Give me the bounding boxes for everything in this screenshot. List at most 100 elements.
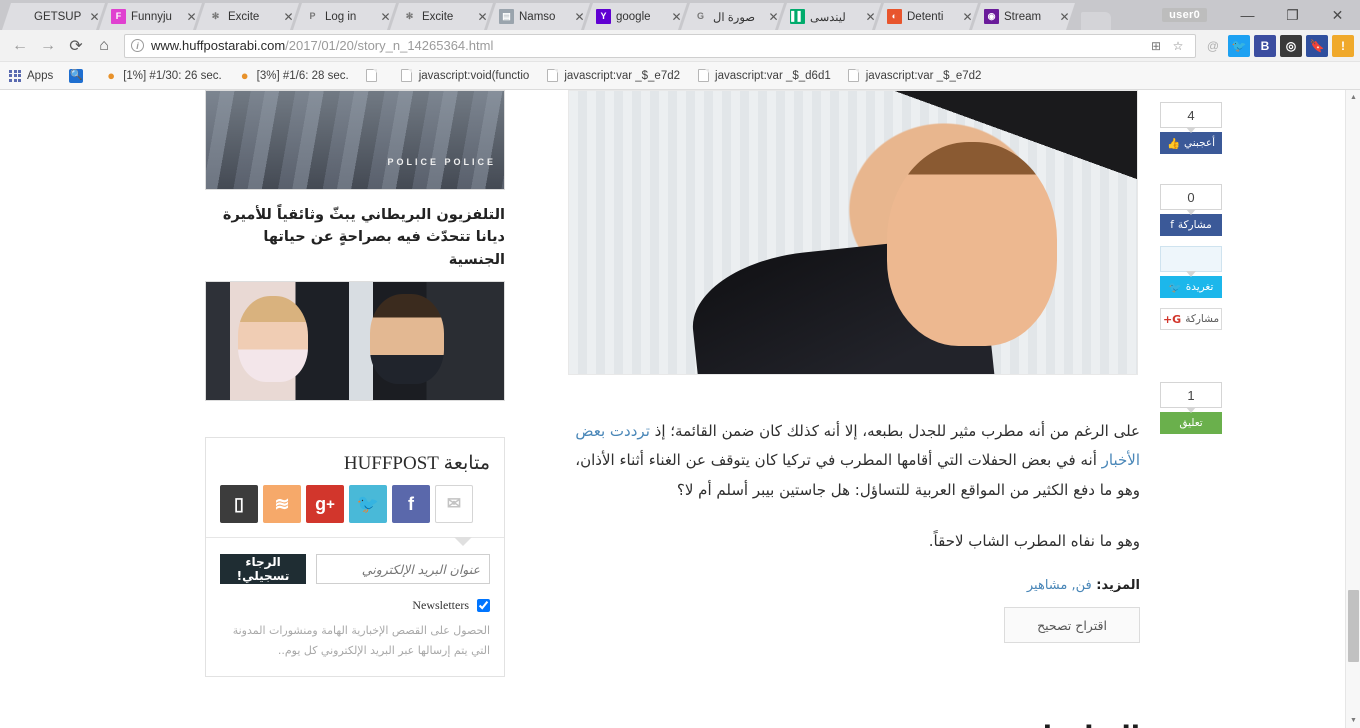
facebook-share-button[interactable]: مشاركة f: [1160, 214, 1222, 236]
page-icon: [365, 69, 379, 83]
tab-strip: GETSUP ✕ F Funnyju ✕ ✻ Excite ✕ P Log in ✕ ✻ Excite ✕…: [0, 0, 1360, 30]
google-plus-icon[interactable]: g +: [306, 485, 344, 524]
new-tab-button[interactable]: [1081, 12, 1111, 30]
sidebar-column: التلفزيون البريطاني يبثّ وثائقياً للأمير…: [205, 90, 505, 677]
tab-close-icon[interactable]: ✕: [1058, 11, 1071, 23]
tab-title: Log in: [325, 10, 357, 23]
forward-icon[interactable]: →: [34, 32, 62, 60]
bookmark-item[interactable]: 🔍: [69, 68, 88, 83]
email-extension-icon[interactable]: @: [1202, 35, 1224, 57]
google-plus-icon: G+: [1162, 312, 1182, 326]
browser-tab[interactable]: P Log in ✕: [293, 3, 396, 30]
alert-extension-icon[interactable]: !: [1332, 34, 1354, 57]
home-icon[interactable]: ⌂: [90, 32, 118, 60]
article-paragraph-2: وهو ما نفاه المطرب الشاب لاحقاً.: [928, 531, 1140, 550]
close-button[interactable]: ✕: [1315, 0, 1360, 30]
namso-icon: ▤: [499, 9, 514, 24]
paypal-icon: P: [309, 11, 316, 21]
browser-toolbar: ← → ⟳ ⌂ i www.huffpostarabi.com /2017/01…: [0, 30, 1360, 62]
twitter-share-label: تغريدة: [1185, 281, 1214, 293]
tab-close-icon[interactable]: ✕: [88, 11, 101, 23]
bookmark-item[interactable]: ● [3%] #1/6: 28 sec.: [238, 68, 349, 83]
scroll-thumb[interactable]: [1348, 590, 1359, 662]
bookmark-label: [3%] #1/6: 28 sec.: [256, 69, 349, 82]
url-path: /2017/01/20/story_n_14265364.html: [285, 38, 494, 53]
bookmark-item[interactable]: Apps: [8, 69, 53, 83]
tab-close-icon[interactable]: ✕: [476, 11, 489, 23]
rss-icon[interactable]: ≋: [263, 485, 301, 524]
site-info-icon[interactable]: i: [131, 39, 144, 52]
huffpost-article-page: التلفزيون البريطاني يبثّ وثائقياً للأمير…: [0, 90, 1345, 728]
subscribe-button[interactable]: الرجاء تسجيلي!: [220, 554, 306, 585]
scroll-up-arrow[interactable]: ▲: [1346, 90, 1360, 105]
comment-button[interactable]: تعليق: [1160, 412, 1222, 434]
article-column: على الرغم من أنه مطرب مثير للجدل بطبعه، …: [568, 90, 1140, 728]
bookmark-item[interactable]: ● [1%] #1/30: 26 sec.: [104, 68, 221, 83]
bookmark-item[interactable]: javascript:var _$_e7d2: [847, 69, 981, 83]
article-body: على الرغم من أنه مطرب مثير للجدل بطبعه، …: [568, 417, 1140, 556]
twitter-share-button[interactable]: تغريدة 🐦: [1160, 276, 1222, 298]
bookmark-star-icon[interactable]: ☆: [1167, 35, 1189, 57]
bookmark-item[interactable]: javascript:var _$_e7d2: [545, 69, 680, 83]
back-icon[interactable]: ←: [6, 32, 34, 60]
browser-tab[interactable]: Ygoogle ✕: [584, 3, 687, 30]
tab-close-icon[interactable]: ✕: [670, 11, 683, 23]
reload-icon[interactable]: ⟳: [62, 32, 90, 60]
tab-close-icon[interactable]: ✕: [767, 11, 780, 23]
browser-tab[interactable]: ◉ Stream ✕: [972, 3, 1075, 30]
medium-icon: ▌▌: [790, 9, 805, 24]
article-paragraph-1: على الرغم من أنه مطرب مثير للجدل بطبعه، …: [568, 417, 1140, 505]
facebook-like-button[interactable]: أعجبني 👍: [1160, 132, 1222, 154]
twitter-icon[interactable]: 🐦: [349, 485, 387, 524]
tab-title: Detenti: [907, 10, 944, 23]
suggest-correction-button[interactable]: اقتراح تصحيح: [1004, 607, 1140, 643]
facebook-icon[interactable]: f: [392, 485, 430, 524]
excite-icon: ✻: [405, 11, 414, 21]
bookmark-extension-icon[interactable]: 🔖: [1306, 34, 1328, 57]
profile-badge[interactable]: user0: [1162, 8, 1207, 22]
spiral-extension-icon[interactable]: ◎: [1280, 34, 1302, 57]
browser-tab[interactable]: ▌▌ ليندسى ✕: [778, 3, 881, 30]
sidebar-headline[interactable]: التلفزيون البريطاني يبثّ وثائقياً للأمير…: [205, 204, 505, 271]
like-label: أعجبني: [1184, 137, 1216, 149]
more-label: المزيد:: [1096, 578, 1140, 593]
bookmark-item[interactable]: javascript:var _$_d6d1: [696, 69, 831, 83]
browser-tab[interactable]: ▤ Namso ✕: [487, 3, 590, 30]
facebook-icon: f: [1170, 219, 1174, 231]
maximize-button[interactable]: ❐: [1270, 0, 1315, 30]
address-bar[interactable]: i www.huffpostarabi.com /2017/01/20/stor…: [124, 33, 1196, 58]
more-links[interactable]: فن, مشاهير: [1027, 578, 1092, 593]
translate-icon[interactable]: ⊞: [1145, 35, 1167, 57]
justin-bieber-photo: [568, 90, 1138, 375]
email-input[interactable]: [316, 554, 490, 585]
bitly-extension-icon[interactable]: B: [1254, 34, 1276, 57]
browser-tab[interactable]: ◐ Detenti ✕: [875, 3, 978, 30]
tab-close-icon[interactable]: ✕: [185, 11, 198, 23]
minimize-button[interactable]: —: [1225, 0, 1270, 30]
tab-close-icon[interactable]: ✕: [961, 11, 974, 23]
email-icon[interactable]: ✉: [435, 485, 473, 524]
google-plus-share-group: مشاركة G+: [1160, 308, 1230, 330]
twitter-extension-icon[interactable]: 🐦: [1228, 34, 1250, 57]
script-icon: ●: [240, 68, 249, 83]
stream-icon: ◉: [984, 9, 999, 24]
google-plus-share-button[interactable]: مشاركة G+: [1160, 308, 1222, 330]
bookmark-item[interactable]: [365, 69, 384, 83]
scroll-down-arrow[interactable]: ▼: [1346, 713, 1360, 728]
newsletter-checkbox[interactable]: [477, 599, 490, 613]
twitter-share-count: [1160, 246, 1222, 277]
bookmark-item[interactable]: javascript:void(functio: [400, 69, 529, 83]
princess-diana-photo: [205, 281, 505, 402]
page-scrollbar[interactable]: ▲ ▼: [1345, 90, 1360, 728]
tab-close-icon[interactable]: ✕: [864, 11, 877, 23]
extension-icons: @ 🐦 B ◎ 🔖!: [1202, 34, 1354, 57]
tab-close-icon[interactable]: ✕: [282, 11, 295, 23]
mobile-app-icon[interactable]: ▯: [220, 485, 258, 524]
browser-tab[interactable]: GETSUP ✕: [2, 3, 105, 30]
browser-tab[interactable]: G صورة ال ✕: [681, 3, 784, 30]
tab-close-icon[interactable]: ✕: [379, 11, 392, 23]
tab-close-icon[interactable]: ✕: [573, 11, 586, 23]
browser-tab[interactable]: F Funnyju ✕: [99, 3, 202, 30]
browser-tab[interactable]: ✻ Excite ✕: [390, 3, 493, 30]
browser-tab[interactable]: ✻ Excite ✕: [196, 3, 299, 30]
